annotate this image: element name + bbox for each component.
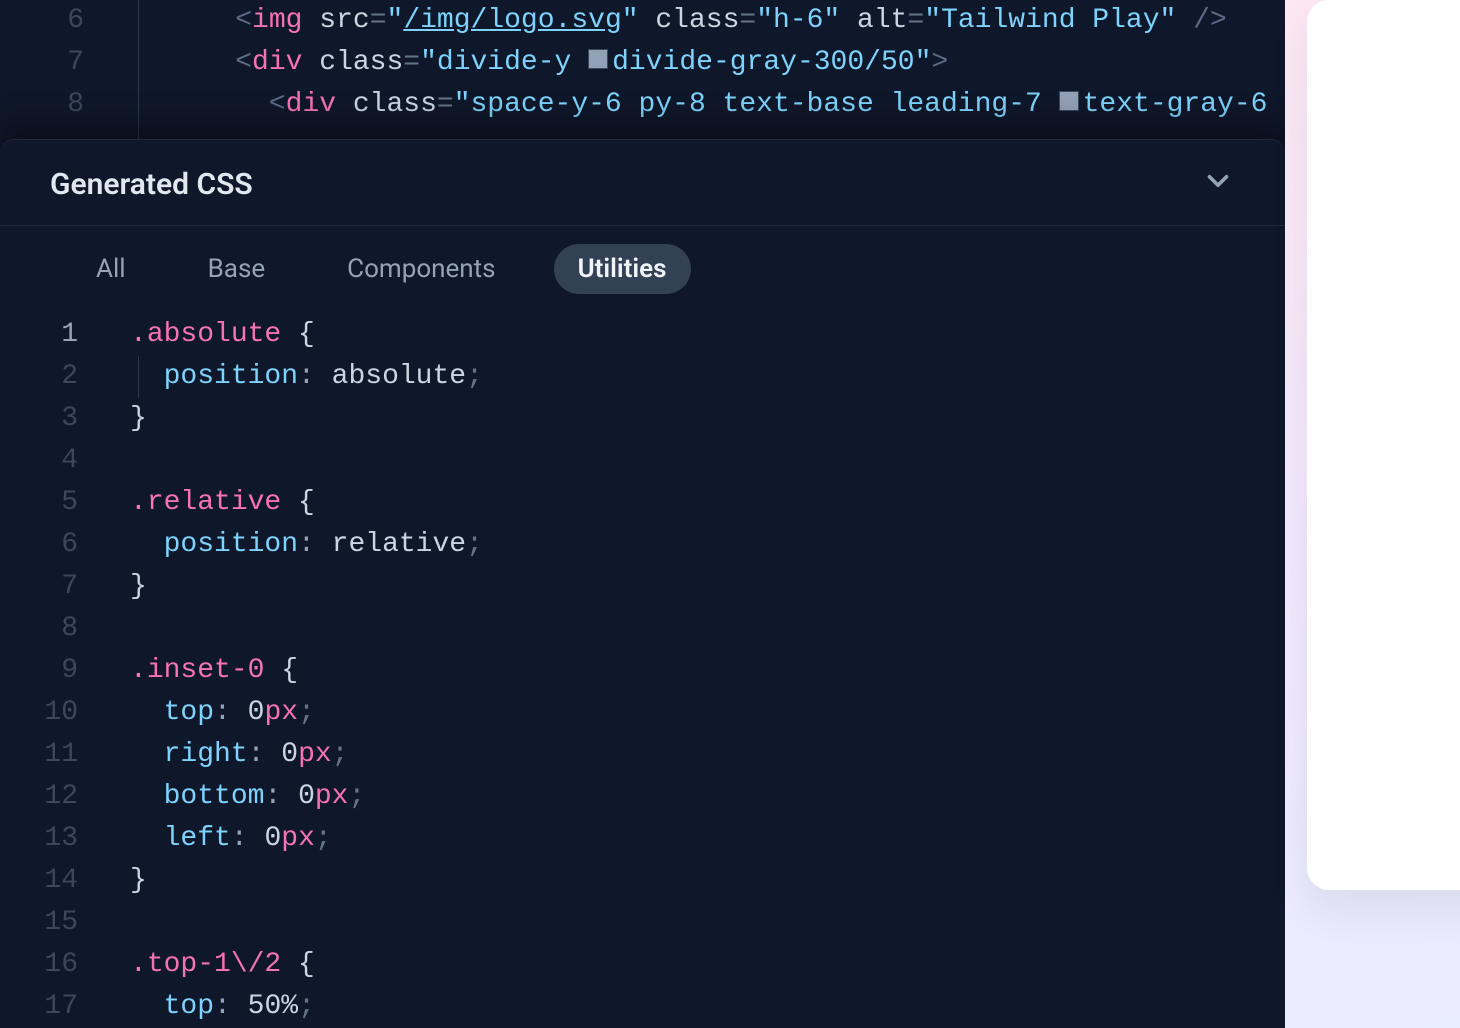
line-number: 14: [0, 860, 78, 902]
code-line[interactable]: <div class="space-y-6 py-8 text-base lea…: [168, 84, 1285, 126]
tab-components[interactable]: Components: [323, 244, 519, 294]
preview-pane: [1285, 0, 1460, 1028]
html-code[interactable]: <img src="/img/logo.svg" class="h-6" alt…: [168, 0, 1285, 126]
code-line[interactable]: [130, 440, 1285, 482]
html-gutter: 678: [0, 0, 110, 139]
color-swatch-icon: [1059, 91, 1079, 111]
line-number: 5: [0, 482, 78, 524]
code-line[interactable]: }: [130, 566, 1285, 608]
line-number: 16: [0, 944, 78, 986]
css-code[interactable]: .absolute { position: absolute;} .relati…: [130, 314, 1285, 1028]
code-line[interactable]: .inset-0 {: [130, 650, 1285, 692]
code-line[interactable]: .absolute {: [130, 314, 1285, 356]
generated-css-panel: Generated CSS All Base Components Utilities…: [0, 139, 1285, 1028]
line-number: 12: [0, 776, 78, 818]
tab-all[interactable]: All: [72, 244, 150, 294]
line-number: 15: [0, 902, 78, 944]
color-swatch-icon: [588, 49, 608, 69]
indent-guide: [138, 356, 139, 398]
tab-utilities[interactable]: Utilities: [554, 244, 691, 294]
indent-guide: [138, 0, 139, 139]
chevron-down-icon[interactable]: [1201, 164, 1235, 205]
line-number: 17: [0, 986, 78, 1028]
code-line[interactable]: <img src="/img/logo.svg" class="h-6" alt…: [168, 0, 1285, 42]
line-number: 8: [0, 608, 78, 650]
preview-card: [1307, 0, 1460, 890]
line-number: 2: [0, 356, 78, 398]
line-number: 7: [0, 42, 84, 84]
line-number: 6: [0, 0, 84, 42]
line-number: 13: [0, 818, 78, 860]
code-line[interactable]: left: 0px;: [130, 818, 1285, 860]
line-number: 11: [0, 734, 78, 776]
panel-header[interactable]: Generated CSS: [0, 140, 1285, 226]
code-line[interactable]: .relative {: [130, 482, 1285, 524]
code-line[interactable]: position: absolute;: [130, 356, 1285, 398]
line-number: 10: [0, 692, 78, 734]
css-editor[interactable]: 1234567891011121314151617 .absolute { po…: [0, 300, 1285, 1028]
code-line[interactable]: bottom: 0px;: [130, 776, 1285, 818]
code-line[interactable]: top: 50%;: [130, 986, 1285, 1028]
code-line[interactable]: position: relative;: [130, 524, 1285, 566]
line-number: 6: [0, 524, 78, 566]
line-number: 7: [0, 566, 78, 608]
code-line[interactable]: right: 0px;: [130, 734, 1285, 776]
line-number: 8: [0, 84, 84, 126]
code-line[interactable]: [130, 902, 1285, 944]
tab-base[interactable]: Base: [184, 244, 290, 294]
line-number: 1: [0, 314, 78, 356]
css-gutter: 1234567891011121314151617: [0, 314, 98, 1028]
panel-title: Generated CSS: [50, 167, 253, 202]
line-number: 3: [0, 398, 78, 440]
code-line[interactable]: [130, 608, 1285, 650]
code-line[interactable]: }: [130, 398, 1285, 440]
code-line[interactable]: }: [130, 860, 1285, 902]
html-editor[interactable]: 678 <img src="/img/logo.svg" class="h-6"…: [0, 0, 1285, 139]
code-line[interactable]: <div class="divide-y divide-gray-300/50"…: [168, 42, 1285, 84]
line-number: 9: [0, 650, 78, 692]
editor-column: 678 <img src="/img/logo.svg" class="h-6"…: [0, 0, 1285, 1028]
line-number: 4: [0, 440, 78, 482]
code-line[interactable]: .top-1\/2 {: [130, 944, 1285, 986]
code-line[interactable]: top: 0px;: [130, 692, 1285, 734]
css-tabs: All Base Components Utilities: [0, 226, 1285, 300]
